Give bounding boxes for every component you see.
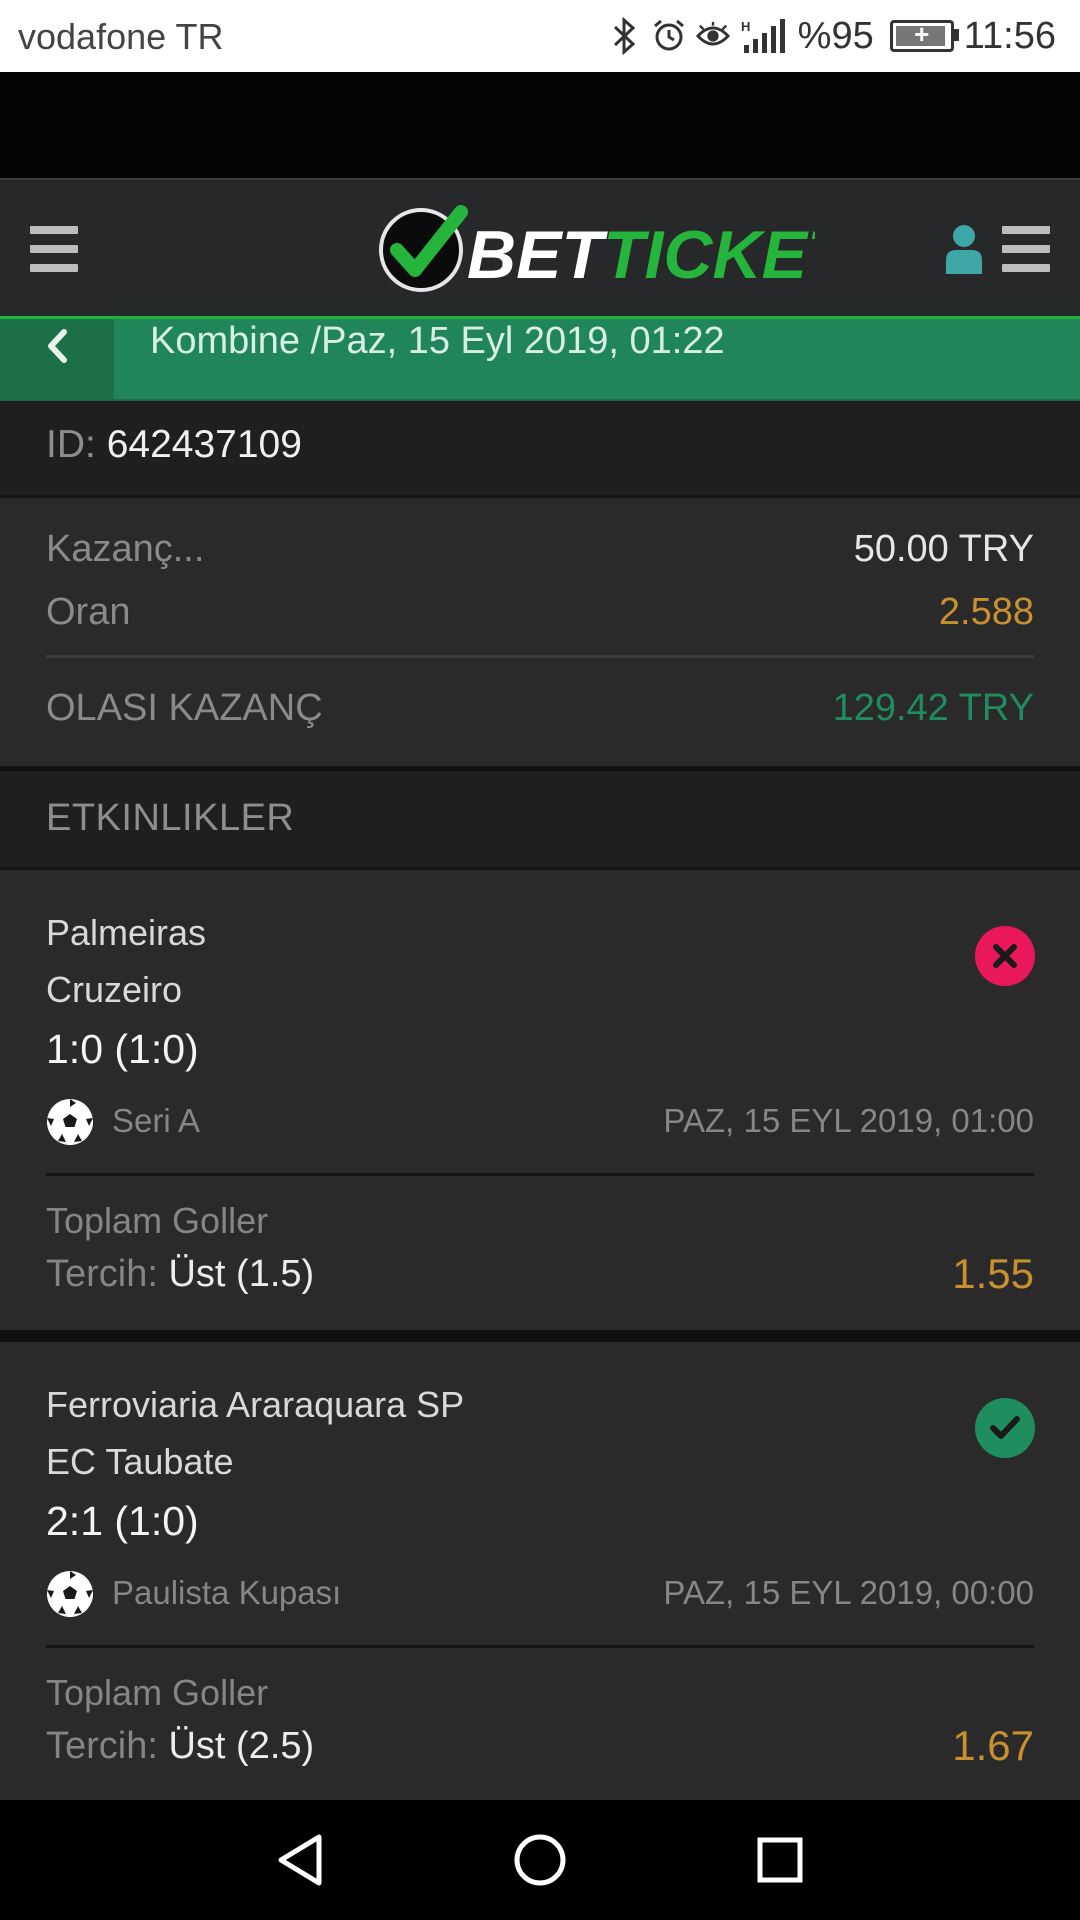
signal-icon: H [740,16,788,56]
event-odd: 1.55 [952,1250,1034,1297]
won-status-icon [975,1398,1035,1458]
stake-label: Kazanç... [46,528,205,570]
battery-percent: %95 [797,14,874,57]
event-card: Ferroviaria Araraquara SP EC Taubate 2:1… [0,1342,1080,1800]
svg-text:H: H [741,19,750,34]
status-icons: H %95 + 11:56 [608,12,1056,60]
triangle-back-icon [278,1834,322,1886]
divider [46,1645,1034,1648]
bluetooth-icon [608,16,642,56]
stake-row: Kazanç... 50.00 TRY [46,528,1034,578]
carrier-name: vodafone TR [18,16,224,57]
user-icon[interactable] [944,224,984,274]
pick-value: Üst (1.5) [168,1253,315,1295]
pick: Tercih: Üst (2.5) [46,1725,314,1768]
clock: 11:56 [963,14,1056,57]
pick-label: Tercih: [46,1253,158,1295]
event-odd: 1.67 [952,1722,1034,1769]
event-card: Palmeiras Cruzeiro 1:0 (1:0) Seri A PAZ,… [0,870,1080,1330]
square-recents-icon [757,1837,803,1883]
events-section-title: ETKINLIKLER [46,797,295,839]
divider [46,655,1034,658]
match-score: 1:0 (1:0) [46,1026,199,1072]
league-name: Seri A [112,1102,201,1139]
stake-value: 50.00 TRY [853,528,1034,570]
odds-label: Oran [46,591,131,633]
match-date: PAZ, 15 EYL 2019, 01:00 [663,1102,1034,1139]
ticket-title: Kombine /Paz, 15 Eyl 2019, 01:22 [150,320,725,362]
menu-icon[interactable] [30,226,78,272]
status-bar: vodafone TR H %95 + 11:56 [0,0,1080,72]
system-nav-bar [0,1800,1080,1920]
ticket-id-row: ID: 642437109 [0,401,1080,498]
nav-recents-button[interactable] [750,1830,810,1890]
ticket-id-value: 642437109 [106,423,302,466]
home-team: Palmeiras [46,912,207,953]
logo-text-ticket: TICKET [603,217,815,293]
ticket-summary: Kazanç... 50.00 TRY Oran 2.588 OLASI KAZ… [0,498,1080,771]
pick-value: Üst (2.5) [168,1725,315,1767]
ticket-id-label: ID: [46,423,96,466]
chevron-left-icon [48,329,67,363]
menu-icon[interactable] [1002,226,1050,272]
match-score: 2:1 (1:0) [46,1498,199,1544]
logo-text-bet: BET [467,217,608,293]
nav-home-button[interactable] [510,1830,570,1890]
odds-value: 2.588 [938,591,1034,633]
soccer-ball-icon [47,1571,93,1617]
circle-home-icon [514,1834,566,1886]
nav-back-button[interactable] [270,1830,330,1890]
logo[interactable]: BET TICKET [375,204,815,296]
pick: Tercih: Üst (1.5) [46,1253,314,1296]
lost-status-icon [975,926,1035,986]
events-section-header: ETKINLIKLER [0,771,1080,870]
potential-win-row: OLASI KAZANÇ 129.42 TRY [46,687,1034,737]
odds-row: Oran 2.588 [46,591,1034,641]
event-separator [0,1330,1080,1342]
pick-label: Tercih: [46,1725,158,1767]
app-top-band [0,72,1080,178]
alarm-icon [652,16,686,56]
divider [46,1173,1034,1176]
eye-icon [695,16,730,56]
home-team: Ferroviaria Araraquara SP [46,1384,465,1425]
potential-win-value: 129.42 TRY [832,687,1034,729]
potential-win-label: OLASI KAZANÇ [46,687,323,729]
market-name: Toplam Goller [46,1200,269,1241]
soccer-ball-icon [47,1099,93,1145]
away-team: EC Taubate [46,1441,234,1482]
match-date: PAZ, 15 EYL 2019, 00:00 [663,1574,1034,1611]
app-header: BET TICKET [0,178,1080,321]
away-team: Cruzeiro [46,969,183,1010]
back-button[interactable] [0,319,114,399]
league-name: Paulista Kupası [112,1574,342,1611]
market-name: Toplam Goller [46,1672,269,1713]
battery-icon: + [889,19,959,52]
ticket-id: ID: 642437109 [46,423,302,467]
breadcrumb: Kombine /Paz, 15 Eyl 2019, 01:22 [0,319,1080,401]
